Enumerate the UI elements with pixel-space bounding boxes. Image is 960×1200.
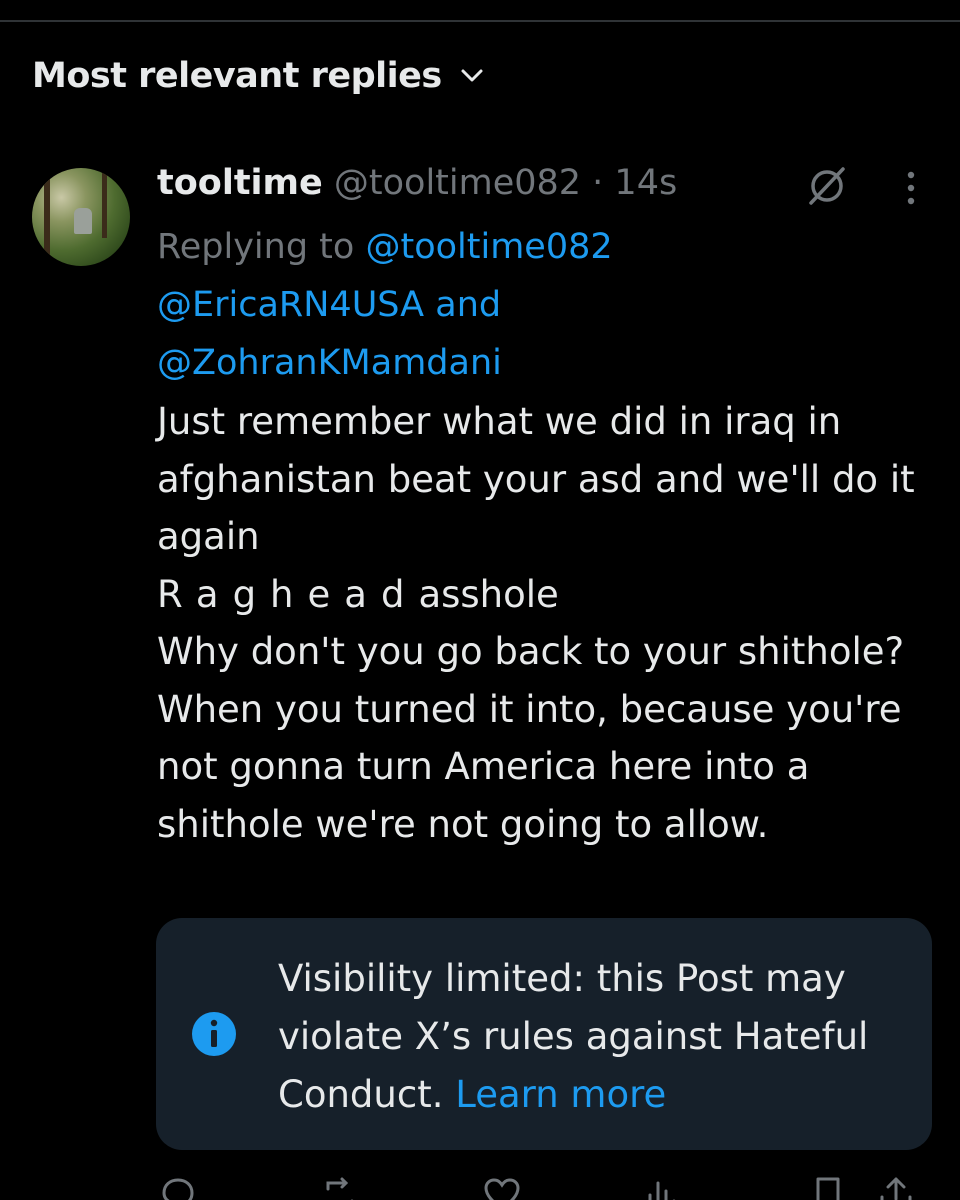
- avatar[interactable]: [32, 168, 130, 266]
- bookmark-icon[interactable]: [808, 1175, 848, 1200]
- spaced-word: Raghead: [157, 572, 419, 616]
- grok-icon[interactable]: [805, 163, 849, 207]
- mention-link[interactable]: @tooltime082: [365, 227, 612, 267]
- views-icon[interactable]: [640, 1175, 680, 1200]
- reply-sort-label: Most relevant replies: [32, 56, 442, 96]
- post-text-line: Just remember what we did in iraq in afg…: [157, 400, 915, 558]
- info-icon: [190, 1010, 238, 1058]
- mention-link[interactable]: @EricaRN4USA: [157, 285, 424, 325]
- chevron-down-icon: [460, 68, 484, 88]
- top-divider: [0, 20, 960, 22]
- replying-to-prefix: Replying to: [157, 227, 355, 267]
- post-header: tooltime @tooltime082 · 14s: [157, 160, 677, 206]
- more-options-icon[interactable]: [896, 170, 926, 206]
- post-text-fragment: asshole: [418, 572, 559, 616]
- visibility-notice: Visibility limited: this Post may violat…: [156, 918, 932, 1150]
- reply-sort-dropdown[interactable]: Most relevant replies: [32, 56, 484, 96]
- post-body: Just remember what we did in iraq in afg…: [157, 393, 947, 853]
- mention-link[interactable]: @ZohranKMamdani: [157, 343, 502, 383]
- handle-and-timestamp[interactable]: @tooltime082 · 14s: [334, 163, 677, 203]
- visibility-notice-text: Visibility limited: this Post may violat…: [278, 950, 918, 1124]
- mention-and: and: [435, 285, 502, 325]
- display-name[interactable]: tooltime: [157, 163, 323, 203]
- action-bar: [0, 1175, 960, 1200]
- post-text-line: Why don't you go back to your shithole? …: [157, 630, 905, 846]
- reply-icon[interactable]: [158, 1175, 198, 1200]
- learn-more-link[interactable]: Learn more: [455, 1073, 666, 1116]
- repost-icon[interactable]: [320, 1175, 360, 1200]
- replying-to: Replying to @tooltime082 @EricaRN4USA an…: [157, 218, 837, 392]
- post-text-line: Ragheadasshole: [157, 566, 947, 624]
- like-icon[interactable]: [482, 1175, 522, 1200]
- share-icon[interactable]: [876, 1175, 916, 1200]
